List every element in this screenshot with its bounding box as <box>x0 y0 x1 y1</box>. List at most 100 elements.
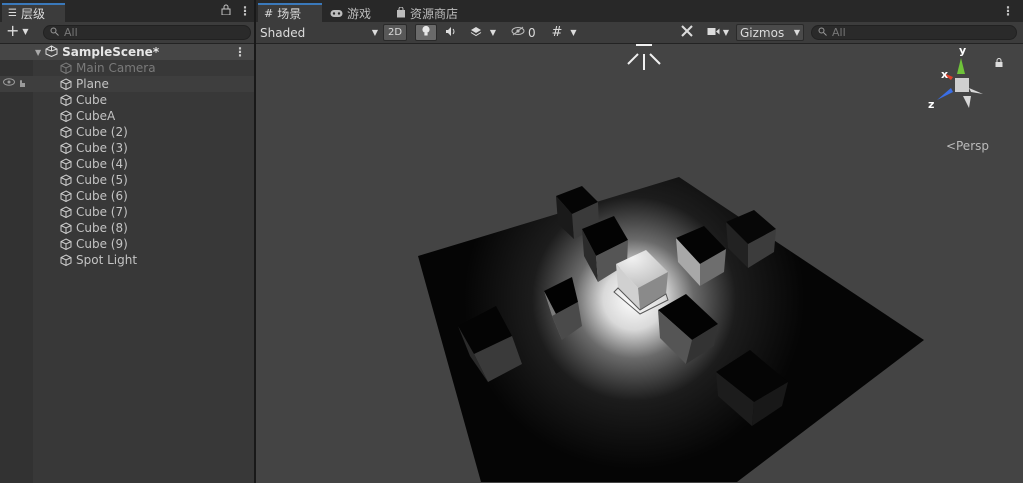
tab-asset-store-label: 资源商店 <box>410 7 459 21</box>
hierarchy-item[interactable]: Cube (5) <box>0 172 254 188</box>
hierarchy-item[interactable]: Cube (8) <box>0 220 254 236</box>
hierarchy-item[interactable]: Main Camera <box>0 60 254 76</box>
gizmo-lock-icon[interactable] <box>995 56 1003 70</box>
scene-row[interactable]: ▼ SampleScene* ⋮ <box>0 44 254 60</box>
hierarchy-item[interactable]: Cube <box>0 92 254 108</box>
hierarchy-item-content: Cube (9) <box>60 237 128 251</box>
hierarchy-tab-bar: ☰ 层级 ⋮ <box>0 0 254 23</box>
tab-scene[interactable]: # 场景 <box>258 3 322 22</box>
tab-asset-store[interactable]: 资源商店 <box>390 3 476 22</box>
hierarchy-item[interactable]: Plane <box>0 76 254 92</box>
scene-tab-bar: # 场景 游戏 资源商店 ⋮ <box>256 0 1023 23</box>
hierarchy-item-content: Cube (3) <box>60 141 128 155</box>
projection-toggle[interactable]: <Persp <box>946 139 989 153</box>
hierarchy-item-content: Main Camera <box>60 61 156 75</box>
scene-panel: # 场景 游戏 资源商店 ⋮ Shaded ▼ 2D ▼ 0 # ▼ ▼ Giz… <box>256 0 1023 483</box>
chevron-down-icon: ▼ <box>793 28 800 37</box>
expand-arrow-icon[interactable]: ▼ <box>35 48 41 57</box>
plus-icon: + <box>6 21 20 40</box>
hierarchy-item-content: Cube (7) <box>60 205 128 219</box>
gameobject-cube-icon <box>60 190 72 203</box>
grid-snap-dropdown[interactable]: # ▼ <box>545 24 583 41</box>
projection-label: Persp <box>956 139 989 153</box>
gizmo-center-cube[interactable] <box>955 78 969 92</box>
chevron-down-icon: ▼ <box>570 28 577 37</box>
toggle-2d-label: 2D <box>387 27 403 38</box>
gamepad-icon <box>330 7 343 21</box>
hierarchy-item[interactable]: Cube (4) <box>0 156 254 172</box>
gizmos-dropdown[interactable]: Gizmos ▼ <box>736 24 804 41</box>
scene-visibility-button[interactable]: 0 <box>507 24 541 41</box>
gameobject-cube-icon <box>60 238 72 251</box>
pointer-hand-icon[interactable] <box>17 78 27 91</box>
gizmo-z-label: z <box>928 98 935 111</box>
tab-game-label: 游戏 <box>347 7 372 21</box>
eye-slash-icon <box>511 26 525 39</box>
tools-button[interactable] <box>676 24 698 41</box>
hierarchy-item[interactable]: Cube (7) <box>0 204 254 220</box>
gameobject-cube-icon <box>60 222 72 235</box>
hierarchy-panel: ☰ 层级 ⋮ + ▼ All ▼ SampleScene* ⋮ Main Cam… <box>0 0 255 483</box>
z-axis-cone[interactable] <box>937 88 953 100</box>
list-icon: ☰ <box>8 8 17 19</box>
shopping-bag-icon <box>396 6 406 21</box>
gameobject-cube-icon <box>60 62 72 75</box>
visibility-pick-toggles[interactable] <box>3 77 27 91</box>
create-dropdown[interactable]: + ▼ <box>6 23 29 39</box>
hierarchy-item-label: Cube (7) <box>76 205 128 219</box>
draw-mode-dropdown[interactable]: Shaded ▼ <box>260 24 378 41</box>
gameobject-cube-icon <box>60 254 72 267</box>
tab-hierarchy-label: 层级 <box>20 7 45 21</box>
orientation-gizmo[interactable]: y x z <box>923 44 1003 138</box>
lighting-toggle-button[interactable] <box>415 24 437 41</box>
gameobject-cube-icon <box>60 110 72 123</box>
y-axis-cone[interactable] <box>957 58 965 74</box>
grid-icon: # <box>264 7 274 20</box>
chevron-down-icon: ▼ <box>489 28 497 37</box>
scene-kebab-menu-icon[interactable]: ⋮ <box>1002 4 1014 18</box>
lock-icon[interactable] <box>221 4 231 18</box>
hierarchy-item[interactable]: Spot Light <box>0 252 254 268</box>
toggle-2d-button[interactable]: 2D <box>383 24 407 41</box>
hierarchy-item[interactable]: Cube (3) <box>0 140 254 156</box>
hierarchy-item-label: Cube (2) <box>76 125 128 139</box>
hierarchy-item-label: Main Camera <box>76 61 156 75</box>
hierarchy-item-label: Cube (5) <box>76 173 128 187</box>
perspective-chevron-icon: < <box>945 139 956 153</box>
spot-light-gizmo-icon[interactable] <box>627 44 661 70</box>
gizmo-x-label: x <box>941 68 949 81</box>
hierarchy-item-content: Cube (5) <box>60 173 128 187</box>
hierarchy-item-content: Cube (6) <box>60 189 128 203</box>
eye-icon[interactable] <box>3 77 15 91</box>
hierarchy-item-label: Cube (6) <box>76 189 128 203</box>
hierarchy-search-input[interactable]: All <box>43 25 251 40</box>
grid-snap-icon: # <box>551 25 563 40</box>
hierarchy-item-content: Plane <box>60 77 109 91</box>
hierarchy-item[interactable]: Cube (9) <box>0 236 254 252</box>
neg-x-axis-cone[interactable] <box>969 88 983 94</box>
tab-hierarchy[interactable]: ☰ 层级 <box>2 3 65 22</box>
neg-y-axis-cone[interactable] <box>963 96 971 108</box>
kebab-menu-icon[interactable]: ⋮ <box>239 4 251 18</box>
audio-toggle-button[interactable] <box>440 24 462 41</box>
hierarchy-item[interactable]: Cube (6) <box>0 188 254 204</box>
camera-settings-dropdown[interactable]: ▼ <box>702 24 734 41</box>
hierarchy-item[interactable]: Cube (2) <box>0 124 254 140</box>
scene-viewport[interactable]: y x z <Persp <box>256 44 1023 483</box>
scene-kebab-icon[interactable]: ⋮ <box>234 45 246 59</box>
scene-search-input[interactable]: All <box>811 25 1017 40</box>
search-icon <box>50 26 59 39</box>
hierarchy-item-content: Cube (2) <box>60 125 128 139</box>
hierarchy-item[interactable]: CubeA <box>0 108 254 124</box>
gizmos-label: Gizmos <box>740 25 785 40</box>
hierarchy-item-content: Spot Light <box>60 253 137 267</box>
hierarchy-item-label: CubeA <box>76 109 116 123</box>
tab-game[interactable]: 游戏 <box>324 3 388 22</box>
gameobject-cube-icon <box>60 158 72 171</box>
layers-icon <box>470 26 482 40</box>
effects-dropdown[interactable]: ▼ <box>465 24 501 41</box>
hierarchy-toolbar: + ▼ All <box>0 22 254 44</box>
gameobject-cube-icon <box>60 78 72 91</box>
search-icon <box>818 26 827 39</box>
unity-scene-icon <box>45 44 58 60</box>
